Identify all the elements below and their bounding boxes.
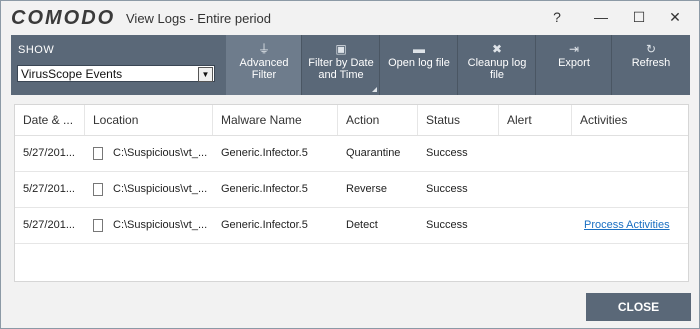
process-activities-link[interactable]: Process Activities: [584, 219, 670, 231]
cell-alert: [499, 208, 572, 243]
file-icon: [93, 183, 103, 196]
table-row[interactable]: 5/27/201... C:\Suspicious\vt_... Generic…: [15, 208, 688, 244]
export-button[interactable]: ⇥ Export: [536, 35, 612, 95]
log-type-select[interactable]: VirusScope Events ▼: [17, 65, 215, 82]
cell-activities: [572, 172, 688, 207]
close-icon[interactable]: ✕: [661, 5, 689, 29]
table-header: Date & ... Location Malware Name Action …: [15, 105, 688, 136]
column-header-action[interactable]: Action: [338, 105, 418, 135]
show-label: SHOW: [18, 44, 55, 56]
title-bar: COMODO View Logs - Entire period ? — ☐ ✕: [1, 1, 699, 35]
open-log-file-label: Open log file: [388, 57, 450, 69]
cell-location: C:\Suspicious\vt_...: [85, 136, 213, 171]
filter-icon: ⏚: [257, 42, 270, 56]
cell-date: 5/27/201...: [23, 147, 75, 159]
cell-action: Reverse: [346, 183, 387, 195]
column-header-activities[interactable]: Activities: [572, 105, 688, 135]
cell-action: Quarantine: [346, 147, 401, 159]
file-icon: [93, 219, 103, 232]
column-header-location[interactable]: Location: [85, 105, 213, 135]
cell-activities: [572, 136, 688, 171]
export-label: Export: [558, 57, 590, 69]
cell-location-text: C:\Suspicious\vt_...: [113, 219, 208, 231]
export-icon: ⇥: [568, 42, 580, 56]
table-row[interactable]: 5/27/201... C:\Suspicious\vt_... Generic…: [15, 172, 688, 208]
filter-date-line2: and Time: [318, 69, 364, 81]
cell-action: Detect: [346, 219, 378, 231]
refresh-label: Refresh: [631, 57, 671, 69]
refresh-button[interactable]: ↻ Refresh: [612, 35, 690, 95]
cell-date: 5/27/201...: [23, 219, 75, 231]
column-header-date[interactable]: Date & ...: [15, 105, 85, 135]
view-logs-window: COMODO View Logs - Entire period ? — ☐ ✕…: [0, 0, 700, 329]
cell-status: Success: [426, 219, 468, 231]
filter-date-line1: Filter by Date: [308, 57, 374, 69]
log-type-value: VirusScope Events: [21, 67, 123, 81]
comodo-logo: COMODO: [11, 7, 116, 29]
advanced-filter-line2: Filter: [251, 69, 277, 81]
maximize-icon[interactable]: ☐: [625, 5, 653, 29]
cleanup-line2: file: [489, 69, 505, 81]
chevron-down-icon[interactable]: ▼: [198, 67, 213, 82]
cell-date: 5/27/201...: [23, 183, 75, 195]
cell-activities: Process Activities: [572, 208, 688, 243]
cell-location-text: C:\Suspicious\vt_...: [113, 183, 208, 195]
close-button[interactable]: CLOSE: [586, 293, 691, 321]
table-row[interactable]: 5/27/201... C:\Suspicious\vt_... Generic…: [15, 136, 688, 172]
toolbar: SHOW VirusScope Events ▼ ⏚ Advanced Filt…: [11, 35, 690, 95]
advanced-filter-line1: Advanced: [239, 57, 289, 69]
filter-date-time-button[interactable]: ▣ Filter by Date and Time: [302, 35, 380, 95]
advanced-filter-button[interactable]: ⏚ Advanced Filter: [226, 35, 302, 95]
cell-alert: [499, 172, 572, 207]
x-icon: ✖: [491, 42, 503, 56]
column-header-status[interactable]: Status: [418, 105, 499, 135]
dropdown-corner-icon: [372, 87, 377, 92]
cell-status: Success: [426, 183, 468, 195]
minimize-icon[interactable]: —: [587, 5, 615, 29]
column-header-malware-name[interactable]: Malware Name: [213, 105, 338, 135]
calendar-icon: ▣: [335, 42, 347, 56]
cell-alert: [499, 136, 572, 171]
cell-malware-name: Generic.Infector.5: [221, 219, 308, 231]
open-log-file-button[interactable]: ▬ Open log file: [380, 35, 458, 95]
cell-malware-name: Generic.Infector.5: [221, 183, 308, 195]
cleanup-line1: Cleanup log: [467, 57, 527, 69]
log-table: Date & ... Location Malware Name Action …: [14, 104, 689, 282]
cell-status: Success: [426, 147, 468, 159]
file-icon: [93, 147, 103, 160]
cell-malware-name: Generic.Infector.5: [221, 147, 308, 159]
cell-location: C:\Suspicious\vt_...: [85, 172, 213, 207]
help-icon[interactable]: ?: [543, 5, 571, 29]
column-header-alert[interactable]: Alert: [499, 105, 572, 135]
cell-location: C:\Suspicious\vt_...: [85, 208, 213, 243]
folder-icon: ▬: [413, 42, 425, 56]
cleanup-log-file-button[interactable]: ✖ Cleanup log file: [458, 35, 536, 95]
window-title: View Logs - Entire period: [126, 11, 272, 26]
cell-location-text: C:\Suspicious\vt_...: [113, 147, 208, 159]
refresh-icon: ↻: [645, 42, 657, 56]
